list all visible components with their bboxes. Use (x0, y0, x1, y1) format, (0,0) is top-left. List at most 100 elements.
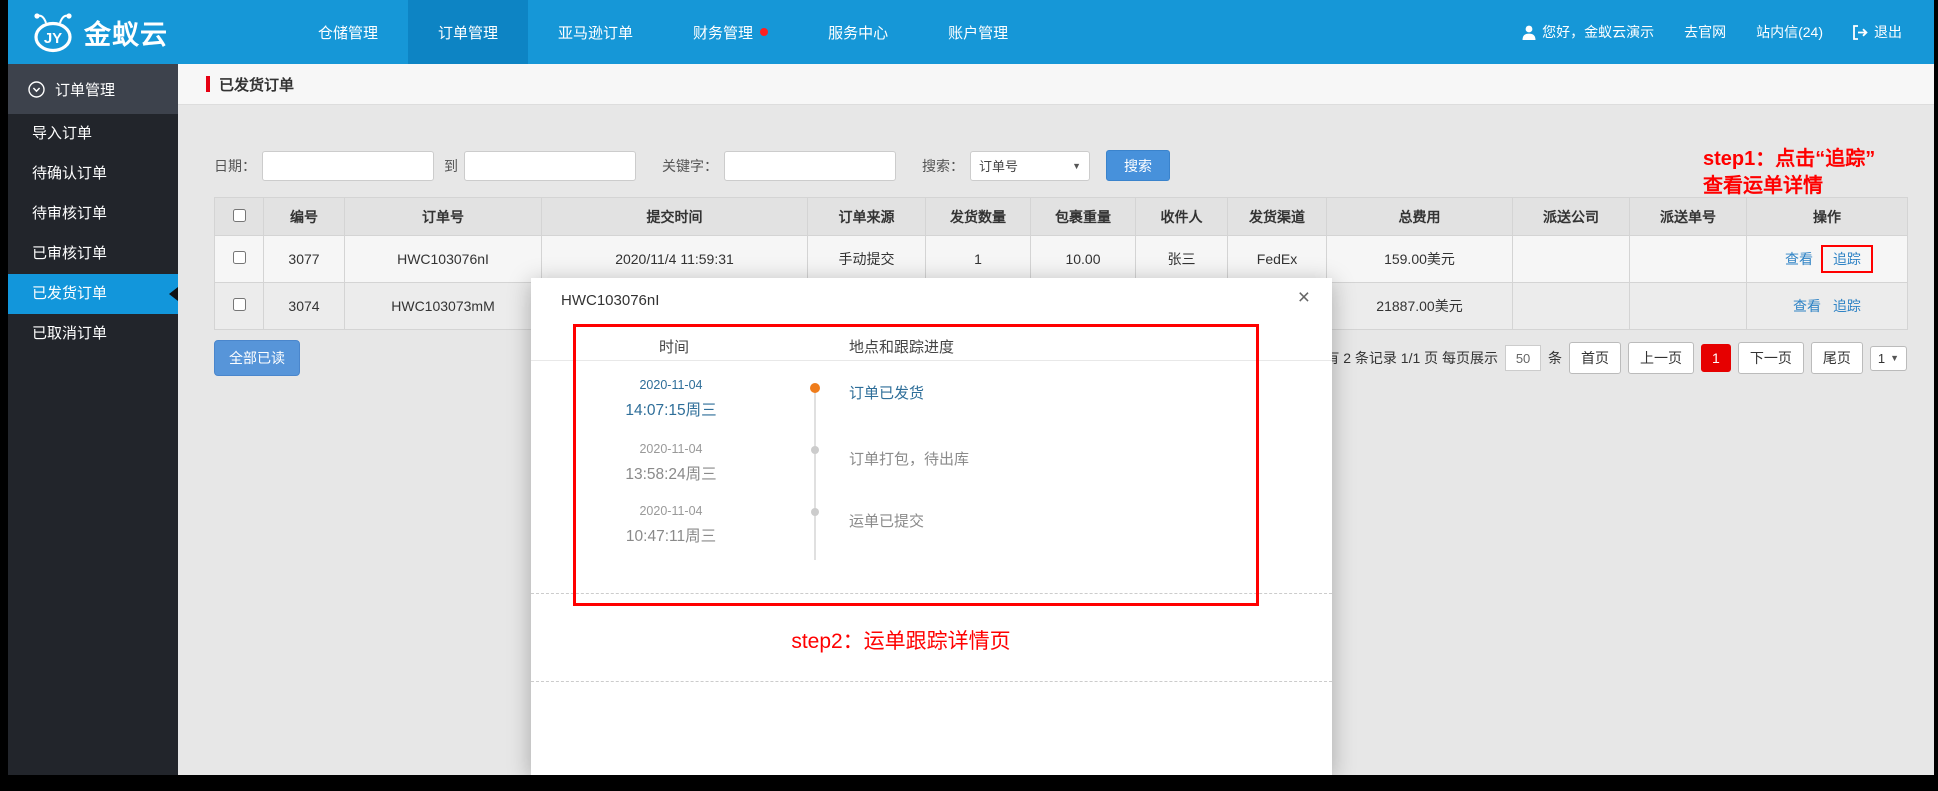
date-from-input[interactable] (262, 150, 434, 181)
nav-item-label: 订单管理 (438, 24, 499, 42)
filter-bar: 日期： 到 关键字： 搜索： 订单号 ▼ 搜索 (214, 150, 1934, 181)
cell-delivery-company (1512, 282, 1630, 330)
col-source: 订单来源 (807, 197, 926, 236)
nav-item-warehouse[interactable]: 仓储管理 (288, 0, 408, 64)
row-select-cell (214, 282, 264, 330)
modal-divider (531, 593, 1332, 594)
pagination-summary: 共有 2 条记录 1/1 页 每页展示 (1311, 350, 1499, 366)
keyword-input[interactable] (724, 150, 896, 181)
sidebar: 订单管理 导入订单 待确认订单 待审核订单 已审核订单 已发货订单 已取消订单 (8, 64, 178, 775)
col-actions: 操作 (1746, 197, 1908, 236)
nav-item-amazon[interactable]: 亚马逊订单 (528, 0, 663, 64)
sidebar-item-label: 导入订单 (32, 125, 93, 142)
search-type-value: 订单号 (979, 159, 1019, 174)
user-greeting[interactable]: 您好，金蚁云演示 (1522, 22, 1654, 42)
page-jump-select[interactable]: 1 ▼ (1869, 345, 1907, 371)
page-title: 已发货订单 (219, 76, 295, 94)
view-link[interactable]: 查看 (1793, 298, 1821, 314)
cell-channel: FedEx (1227, 235, 1327, 283)
cell-delivery-company (1512, 235, 1630, 283)
svg-text:JY: JY (44, 30, 62, 47)
close-icon[interactable]: × (1298, 287, 1310, 308)
user-icon (1522, 25, 1536, 40)
prev-page-button[interactable]: 上一页 (1628, 342, 1695, 374)
date-to-input[interactable] (464, 150, 636, 181)
nav-item-label: 财务管理 (693, 24, 754, 42)
sidebar-item-shipped-orders[interactable]: 已发货订单 (8, 274, 178, 314)
nav-user-area: 您好，金蚁云演示 去官网 站内信(24) 退出 (1522, 0, 1934, 64)
cell-actions: 查看 追踪 (1746, 282, 1908, 330)
mark-all-read-button[interactable]: 全部已读 (214, 340, 300, 376)
date-to-label: 到 (444, 157, 458, 174)
event-date: 2020-11-04 (639, 504, 703, 518)
col-id: 编号 (263, 197, 345, 236)
cell-weight: 10.00 (1030, 235, 1136, 283)
logout-icon (1853, 24, 1868, 40)
col-weight: 包裹重量 (1030, 197, 1136, 236)
nav-item-label: 仓储管理 (318, 24, 379, 42)
first-page-button[interactable]: 首页 (1569, 342, 1622, 374)
pagination-unit: 条 (1548, 350, 1563, 366)
nav-item-label: 服务中心 (828, 24, 889, 42)
sidebar-item-label: 待审核订单 (32, 205, 108, 222)
logout-label: 退出 (1874, 24, 1902, 40)
logo[interactable]: JY 金蚁云 (8, 0, 208, 64)
select-all-checkbox[interactable] (232, 208, 246, 222)
cell-delivery-no (1629, 282, 1747, 330)
sidebar-item-label: 待确认订单 (32, 165, 108, 182)
user-greeting-label: 您好，金蚁云演示 (1542, 24, 1655, 40)
event-status: 订单打包，待出库 (849, 451, 970, 468)
page-size-input[interactable] (1505, 345, 1542, 371)
sidebar-item-label: 已审核订单 (32, 245, 108, 262)
sidebar-item-cancelled-orders[interactable]: 已取消订单 (8, 314, 178, 354)
track-link[interactable]: 追踪 (1833, 251, 1861, 267)
sidebar-item-import-orders[interactable]: 导入订单 (8, 114, 178, 154)
pagination: 共有 2 条记录 1/1 页 每页展示 条 首页 上一页 1 下一页 尾页 1 … (1311, 342, 1907, 374)
logout-link[interactable]: 退出 (1853, 22, 1902, 42)
timeline-line (814, 390, 816, 560)
timeline-col-time: 时间 (658, 339, 689, 356)
track-link[interactable]: 追踪 (1833, 298, 1861, 314)
sidebar-item-reviewed-orders[interactable]: 已审核订单 (8, 234, 178, 274)
nav-item-finance[interactable]: 财务管理 (663, 0, 798, 64)
page-jump-value: 1 (1877, 350, 1886, 366)
official-site-link[interactable]: 去官网 (1684, 22, 1726, 42)
sidebar-header-order-management[interactable]: 订单管理 (8, 64, 178, 114)
search-button[interactable]: 搜索 (1106, 150, 1170, 181)
event-time: 14:07:15周三 (625, 402, 717, 419)
nav-item-label: 账户管理 (948, 24, 1009, 42)
sidebar-item-pending-review-orders[interactable]: 待审核订单 (8, 194, 178, 234)
notification-dot (760, 28, 769, 36)
sidebar-header-label: 订单管理 (55, 81, 116, 99)
chevron-down-icon: ▼ (1072, 160, 1081, 171)
site-messages-link[interactable]: 站内信(24) (1756, 22, 1823, 42)
modal-divider (531, 681, 1332, 682)
chevron-circle-icon (28, 80, 45, 98)
event-status: 运单已提交 (849, 513, 925, 530)
current-page-button[interactable]: 1 (1701, 344, 1731, 372)
nav-item-account[interactable]: 账户管理 (918, 0, 1038, 64)
title-accent-bar (206, 76, 210, 92)
track-link-highlight-box: 追踪 (1820, 245, 1873, 273)
nav-item-orders[interactable]: 订单管理 (408, 0, 529, 64)
step1-line2: 查看运单详情 (1703, 175, 1823, 197)
timeline-dot-active (810, 383, 820, 393)
nav-item-label: 亚马逊订单 (558, 24, 634, 42)
sidebar-item-pending-confirm-orders[interactable]: 待确认订单 (8, 154, 178, 194)
col-qty: 发货数量 (925, 197, 1031, 236)
last-page-button[interactable]: 尾页 (1810, 342, 1863, 374)
modal-title: HWC103076nI (561, 292, 660, 309)
nav-item-service[interactable]: 服务中心 (798, 0, 918, 64)
next-page-button[interactable]: 下一页 (1737, 342, 1804, 374)
event-date: 2020-11-04 (639, 442, 703, 456)
chevron-down-icon: ▼ (1890, 353, 1899, 363)
cell-total: 21887.00美元 (1326, 282, 1513, 330)
row-checkbox[interactable] (232, 298, 246, 311)
timeline-dot (811, 446, 819, 454)
cell-order-no: HWC103076nI (344, 235, 542, 283)
row-checkbox[interactable] (232, 251, 246, 264)
search-type-label: 搜索： (922, 157, 964, 174)
search-type-select[interactable]: 订单号 ▼ (970, 150, 1090, 181)
event-status: 订单已发货 (849, 385, 925, 402)
view-link[interactable]: 查看 (1785, 251, 1813, 267)
